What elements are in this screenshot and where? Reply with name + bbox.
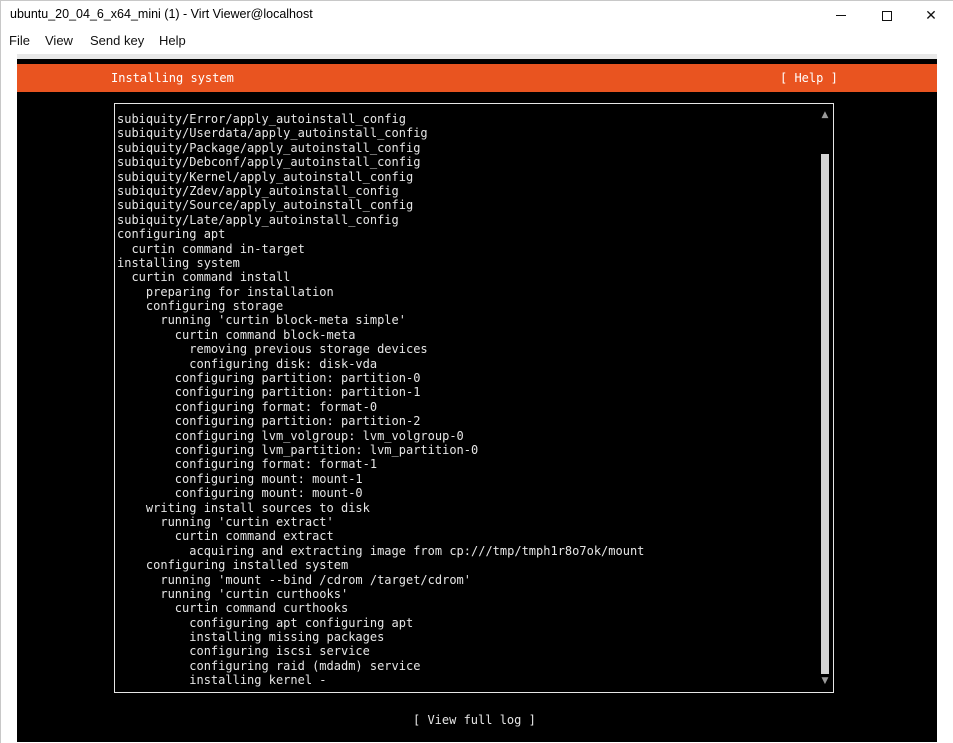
help-button[interactable]: [ Help ] xyxy=(780,71,838,85)
log-line: preparing for installation xyxy=(117,284,334,299)
log-line: configuring apt configuring apt xyxy=(117,615,414,630)
log-line: subiquity/Debconf/apply_autoinstall_conf… xyxy=(117,155,421,170)
log-line: subiquity/Userdata/apply_autoinstall_con… xyxy=(117,126,428,141)
log-line: subiquity/Source/apply_autoinstall_confi… xyxy=(117,198,414,213)
log-line: writing install sources to disk xyxy=(117,500,370,515)
log-line: curtin command curthooks xyxy=(117,601,349,616)
maximize-icon xyxy=(882,10,892,21)
menu-send-key[interactable]: Send key xyxy=(90,33,144,48)
view-full-log-button[interactable]: [ View full log ] xyxy=(413,713,536,727)
title-bar[interactable]: ubuntu_20_04_6_x64_mini (1) - Virt Viewe… xyxy=(1,1,953,30)
log-line: curtin command extract xyxy=(117,529,334,544)
scrollbar-thumb[interactable] xyxy=(821,154,829,674)
log-line: configuring partition: partition-0 xyxy=(117,371,421,386)
log-line: configuring lvm_partition: lvm_partition… xyxy=(117,442,479,457)
log-line: configuring disk: disk-vda xyxy=(117,356,378,371)
install-log-box[interactable]: subiquity/Error/apply_autoinstall_config… xyxy=(114,103,834,693)
menu-file[interactable]: File xyxy=(9,33,30,48)
log-line: curtin command install xyxy=(117,270,291,285)
log-line: configuring storage xyxy=(117,299,284,314)
minimize-icon xyxy=(836,15,846,16)
log-line: configuring iscsi service xyxy=(117,644,370,659)
install-log-lines: subiquity/Error/apply_autoinstall_config… xyxy=(117,112,817,688)
installer-title: Installing system xyxy=(111,71,234,85)
installer-header-bar: Installing system [ Help ] xyxy=(17,64,937,92)
log-line: configuring lvm_volgroup: lvm_volgroup-0 xyxy=(117,428,464,443)
window-title: ubuntu_20_04_6_x64_mini (1) - Virt Viewe… xyxy=(10,7,313,21)
log-line: running 'curtin extract' xyxy=(117,514,334,529)
log-line: configuring raid (mdadm) service xyxy=(117,658,421,673)
menu-help[interactable]: Help xyxy=(159,33,186,48)
vm-console-screen[interactable]: Installing system [ Help ] subiquity/Err… xyxy=(17,54,937,742)
log-line: configuring format: format-0 xyxy=(117,399,378,414)
log-line: acquiring and extracting image from cp:/… xyxy=(117,543,645,558)
log-line: running 'curtin curthooks' xyxy=(117,586,349,601)
log-line: removing previous storage devices xyxy=(117,342,428,357)
log-line: configuring mount: mount-0 xyxy=(117,486,363,501)
log-line: installing missing packages xyxy=(117,630,385,645)
maximize-button[interactable] xyxy=(864,1,910,30)
log-line: curtin command in-target xyxy=(117,241,305,256)
scroll-up-icon[interactable]: ▲ xyxy=(821,110,829,120)
log-line: subiquity/Late/apply_autoinstall_config xyxy=(117,212,399,227)
log-line: configuring partition: partition-2 xyxy=(117,414,421,429)
menu-view[interactable]: View xyxy=(45,33,73,48)
log-line: installing system xyxy=(117,255,240,270)
log-line: configuring format: format-1 xyxy=(117,457,378,472)
log-line: curtin command block-meta xyxy=(117,327,356,342)
log-line: subiquity/Kernel/apply_autoinstall_confi… xyxy=(117,169,414,184)
log-line: configuring mount: mount-1 xyxy=(117,471,363,486)
log-line: subiquity/Zdev/apply_autoinstall_config xyxy=(117,183,399,198)
log-line: configuring apt xyxy=(117,227,226,242)
log-line: subiquity/Error/apply_autoinstall_config xyxy=(117,112,406,126)
log-line: configuring partition: partition-1 xyxy=(117,385,421,400)
close-icon: ✕ xyxy=(925,7,937,24)
log-scrollbar[interactable]: ▲ ▼ xyxy=(821,110,829,686)
menu-bar: File View Send key Help xyxy=(1,30,953,52)
virt-viewer-window: ubuntu_20_04_6_x64_mini (1) - Virt Viewe… xyxy=(0,0,953,743)
log-line: installing kernel - xyxy=(117,673,327,688)
minimize-button[interactable] xyxy=(818,1,864,30)
log-line: subiquity/Package/apply_autoinstall_conf… xyxy=(117,140,421,155)
log-line: configuring installed system xyxy=(117,558,349,573)
log-line: running 'mount --bind /cdrom /target/cdr… xyxy=(117,572,472,587)
vm-display-area: Installing system [ Help ] subiquity/Err… xyxy=(1,52,953,743)
scroll-down-icon[interactable]: ▼ xyxy=(821,676,829,686)
log-line: running 'curtin block-meta simple' xyxy=(117,313,406,328)
close-button[interactable]: ✕ xyxy=(908,1,953,30)
